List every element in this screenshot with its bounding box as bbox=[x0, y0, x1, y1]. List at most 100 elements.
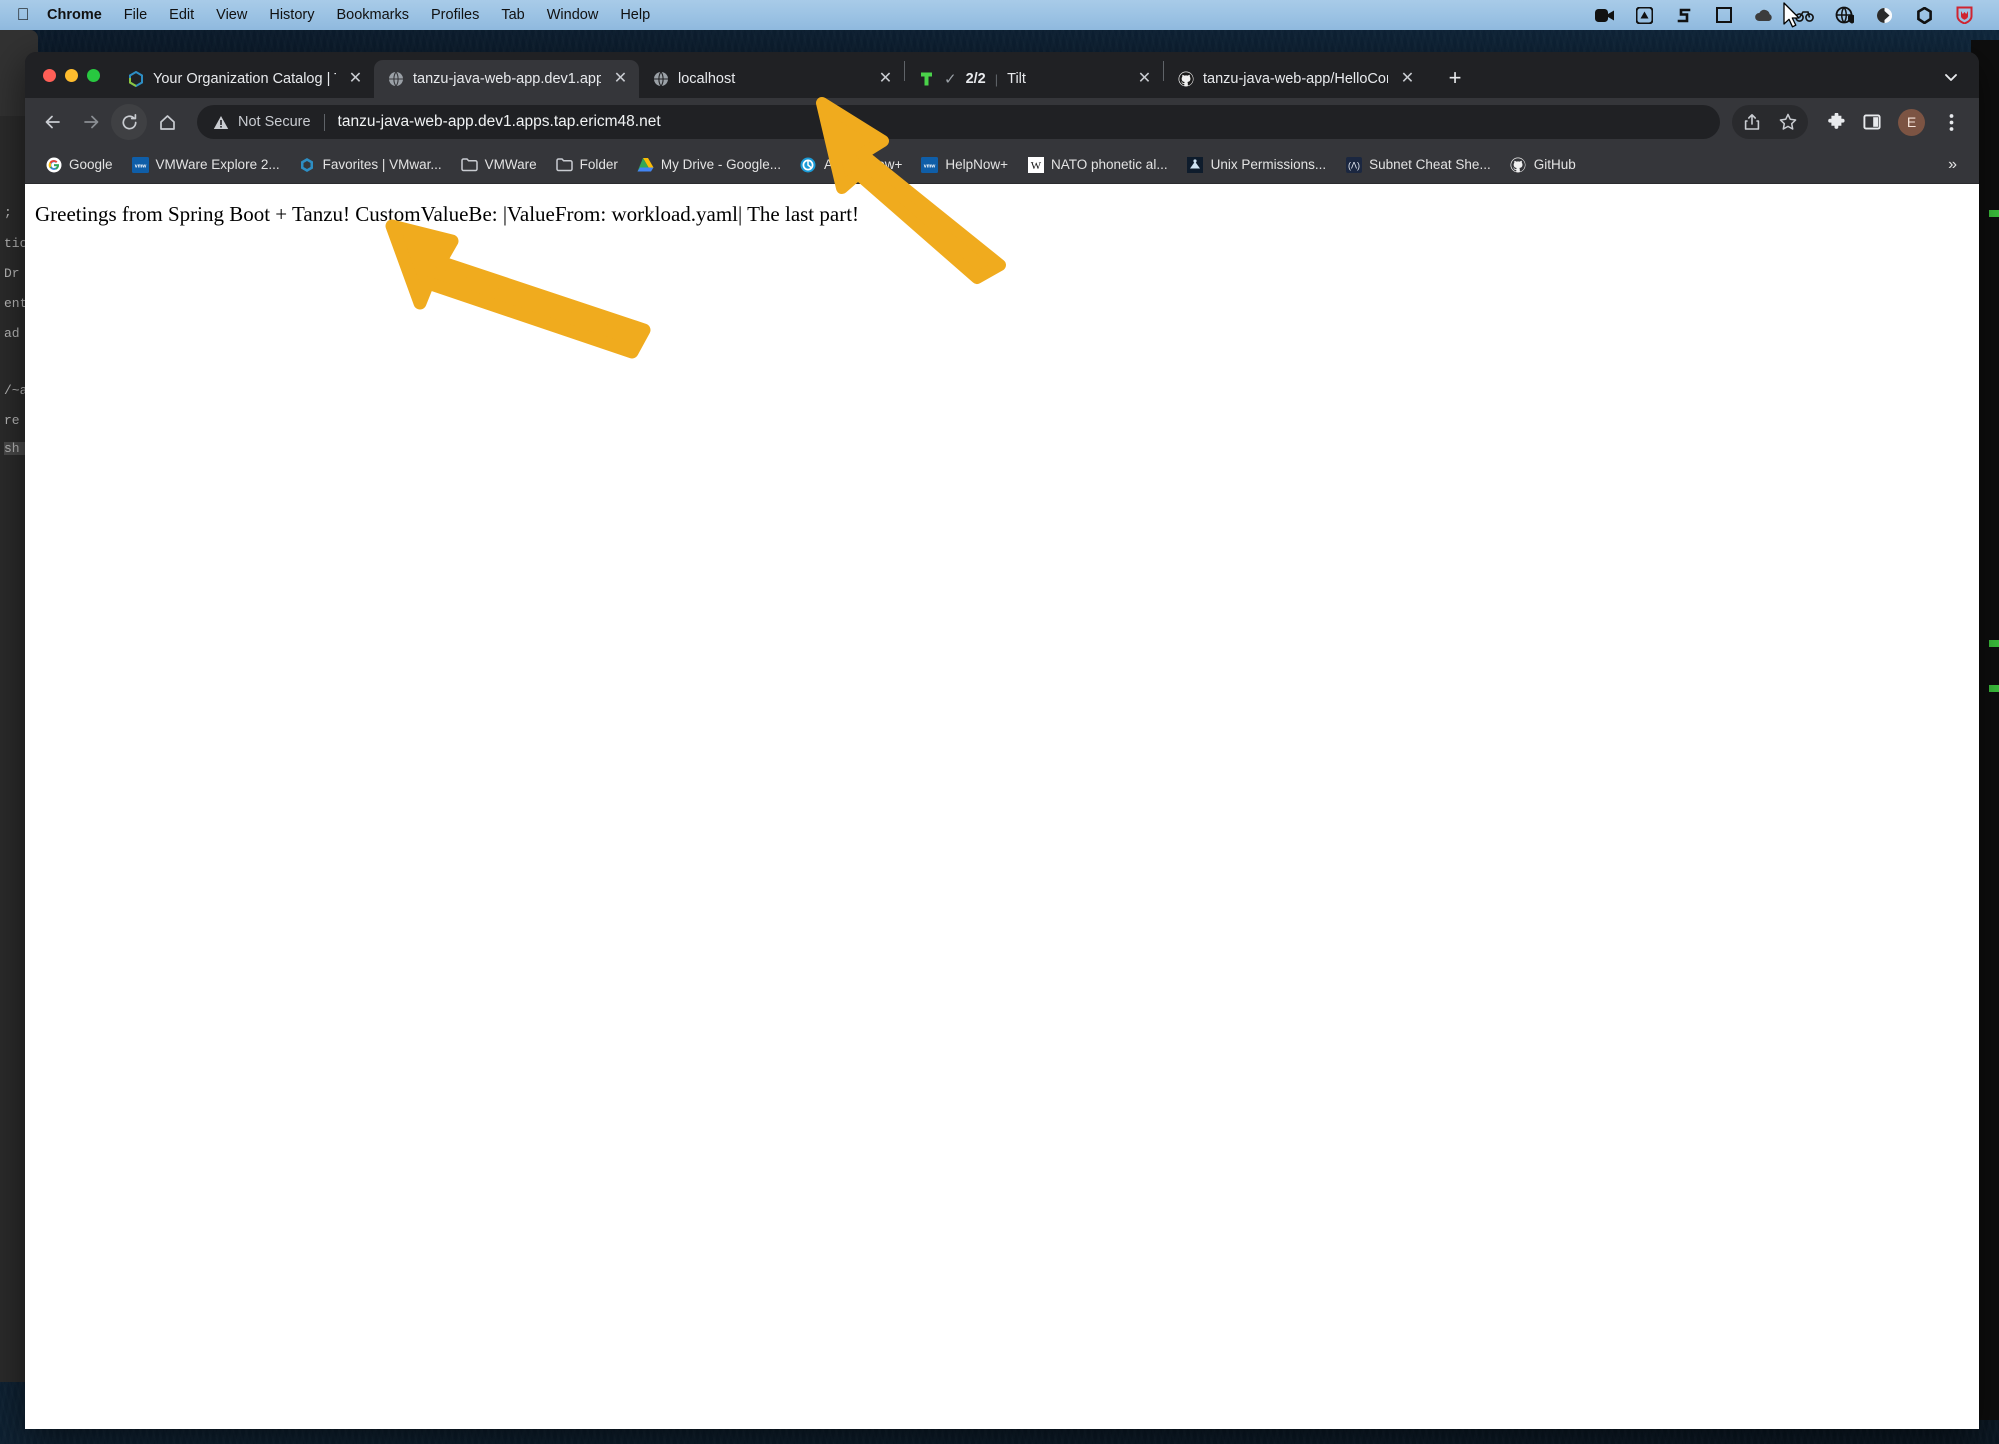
half-circle-icon[interactable] bbox=[1873, 4, 1895, 26]
cloud-icon[interactable] bbox=[1753, 4, 1775, 26]
tanzu-hexagon-icon bbox=[127, 71, 144, 88]
bookmark-label: GitHub bbox=[1534, 157, 1576, 172]
new-tab-button[interactable]: + bbox=[1438, 61, 1472, 95]
three-dot-menu-icon[interactable] bbox=[1933, 104, 1969, 140]
svg-text:vmw: vmw bbox=[134, 163, 146, 169]
triangle-in-square-icon[interactable] bbox=[1633, 4, 1655, 26]
globe-icon bbox=[652, 71, 669, 88]
bookmark-nato-phonetic[interactable]: W NATO phonetic al... bbox=[1019, 152, 1176, 177]
window-traffic-lights bbox=[39, 52, 114, 98]
shield-cat-icon[interactable] bbox=[1953, 4, 1975, 26]
bookmark-label: VMWare bbox=[485, 157, 537, 172]
tab-github-hellocontroller[interactable]: tanzu-java-web-app/HelloCont ✕ bbox=[1164, 60, 1426, 98]
puzzle-piece-icon[interactable] bbox=[1818, 104, 1854, 140]
menu-item-tab[interactable]: Tab bbox=[490, 5, 535, 25]
bookmark-label: Folder bbox=[580, 157, 618, 172]
page-viewport: Greetings from Spring Boot + Tanzu! Cust… bbox=[25, 184, 1979, 1429]
bookmark-label: AccessNow+ bbox=[824, 157, 902, 172]
bookmark-label: VMWare Explore 2... bbox=[156, 157, 280, 172]
menu-item-file[interactable]: File bbox=[113, 5, 158, 25]
bookmark-label: Google bbox=[69, 157, 113, 172]
page-body-text: Greetings from Spring Boot + Tanzu! Cust… bbox=[25, 184, 1979, 227]
menu-item-window[interactable]: Window bbox=[536, 5, 610, 25]
bookmark-helpnow[interactable]: vmw HelpNow+ bbox=[913, 152, 1016, 177]
tab-close-button[interactable]: ✕ bbox=[610, 69, 631, 90]
chrome-browser-window: Your Organization Catalog | Tan ✕ tanzu-… bbox=[25, 52, 1979, 1429]
maximize-traffic-light[interactable] bbox=[87, 69, 100, 82]
menu-item-help[interactable]: Help bbox=[609, 5, 661, 25]
reload-icon[interactable] bbox=[111, 104, 147, 140]
apple-logo-icon[interactable]:  bbox=[10, 6, 36, 25]
tab-tanzu-java-web-app[interactable]: tanzu-java-web-app.dev1.apps ✕ bbox=[374, 60, 639, 98]
avatar[interactable]: E bbox=[1898, 109, 1925, 136]
bookmarks-overflow-button[interactable]: » bbox=[1938, 156, 1967, 174]
bg-green-marker bbox=[1989, 210, 1999, 217]
globe-icon bbox=[387, 71, 404, 88]
menu-item-bookmarks[interactable]: Bookmarks bbox=[325, 5, 420, 25]
square-outline-icon[interactable] bbox=[1713, 4, 1735, 26]
minimize-traffic-light[interactable] bbox=[65, 69, 78, 82]
star-icon[interactable] bbox=[1770, 104, 1806, 140]
bookmark-google[interactable]: Google bbox=[37, 152, 121, 177]
tab-close-button[interactable]: ✕ bbox=[875, 69, 896, 90]
browser-tab-strip: Your Organization Catalog | Tan ✕ tanzu-… bbox=[25, 52, 1979, 98]
bookmark-vmware-explore[interactable]: vmw VMWare Explore 2... bbox=[124, 152, 288, 177]
home-icon[interactable] bbox=[149, 104, 185, 140]
back-arrow-icon[interactable] bbox=[35, 104, 71, 140]
tab-localhost[interactable]: localhost ✕ bbox=[639, 60, 904, 98]
video-camera-icon[interactable] bbox=[1593, 4, 1615, 26]
bookmark-label: Unix Permissions... bbox=[1211, 157, 1327, 172]
address-bar[interactable]: Not Secure tanzu-java-web-app.dev1.apps.… bbox=[197, 105, 1720, 139]
tab-your-organization-catalog[interactable]: Your Organization Catalog | Tan ✕ bbox=[114, 60, 374, 98]
svg-text:W: W bbox=[1030, 160, 1041, 172]
close-traffic-light[interactable] bbox=[43, 69, 56, 82]
bookmark-accessnow[interactable]: AccessNow+ bbox=[792, 152, 910, 177]
omnibox-url[interactable]: tanzu-java-web-app.dev1.apps.tap.ericm48… bbox=[338, 113, 1704, 131]
bookmark-my-drive[interactable]: My Drive - Google... bbox=[629, 152, 789, 177]
bookmark-label: Favorites | VMwar... bbox=[323, 157, 442, 172]
wikipedia-icon: W bbox=[1027, 156, 1044, 173]
tab-title: localhost bbox=[678, 71, 866, 87]
google-drive-icon bbox=[637, 156, 654, 173]
omnibox-divider bbox=[324, 114, 325, 131]
bookmark-folder-vmware[interactable]: VMWare bbox=[453, 152, 545, 177]
bicycle-icon[interactable] bbox=[1793, 4, 1815, 26]
bookmark-label: NATO phonetic al... bbox=[1051, 157, 1168, 172]
bookmark-label: Subnet Cheat She... bbox=[1369, 157, 1491, 172]
tab-close-button[interactable]: ✕ bbox=[1134, 69, 1155, 90]
browser-toolbar: Not Secure tanzu-java-web-app.dev1.apps.… bbox=[25, 98, 1979, 146]
tab-close-button[interactable]: ✕ bbox=[1397, 69, 1418, 90]
side-panel-icon[interactable] bbox=[1854, 104, 1890, 140]
s-letter-icon[interactable] bbox=[1673, 4, 1695, 26]
bookmark-github[interactable]: GitHub bbox=[1502, 152, 1584, 177]
menu-bar-tray bbox=[1593, 4, 1989, 26]
tilt-resource-count: 2/2 bbox=[966, 71, 986, 87]
hexagon-ring-icon[interactable] bbox=[1913, 4, 1935, 26]
google-icon bbox=[45, 156, 62, 173]
bookmark-subnet-cheat-sheet[interactable]: (Λ) Subnet Cheat She... bbox=[1337, 152, 1499, 177]
menu-item-profiles[interactable]: Profiles bbox=[420, 5, 490, 25]
toolbar-right-actions: E bbox=[1732, 104, 1969, 140]
vmware-icon: vmw bbox=[132, 156, 149, 173]
tanzu-hexagon-icon bbox=[299, 156, 316, 173]
menu-item-chrome[interactable]: Chrome bbox=[36, 5, 113, 25]
bookmark-unix-permissions[interactable]: Unix Permissions... bbox=[1179, 152, 1335, 177]
document-icon bbox=[1187, 156, 1204, 173]
warning-triangle-icon[interactable] bbox=[213, 115, 229, 130]
menu-item-edit[interactable]: Edit bbox=[158, 5, 205, 25]
menu-item-history[interactable]: History bbox=[258, 5, 325, 25]
bookmark-folder[interactable]: Folder bbox=[548, 152, 626, 177]
globe-shield-icon[interactable] bbox=[1833, 4, 1855, 26]
menu-item-view[interactable]: View bbox=[205, 5, 258, 25]
subnet-icon: (Λ) bbox=[1345, 156, 1362, 173]
forward-arrow-icon[interactable] bbox=[73, 104, 109, 140]
github-icon bbox=[1510, 156, 1527, 173]
tab-tilt[interactable]: ✓ 2/2 | Tilt ✕ bbox=[905, 60, 1163, 98]
chevron-down-icon[interactable] bbox=[1937, 63, 1965, 91]
tilt-logo-icon bbox=[918, 71, 935, 88]
tab-close-button[interactable]: ✕ bbox=[345, 69, 366, 90]
share-icon[interactable] bbox=[1734, 104, 1770, 140]
svg-text:(Λ): (Λ) bbox=[1348, 160, 1360, 170]
bookmark-favorites-vmware[interactable]: Favorites | VMwar... bbox=[291, 152, 450, 177]
menu-bar-items:  Chrome File Edit View History Bookmark… bbox=[10, 5, 661, 25]
